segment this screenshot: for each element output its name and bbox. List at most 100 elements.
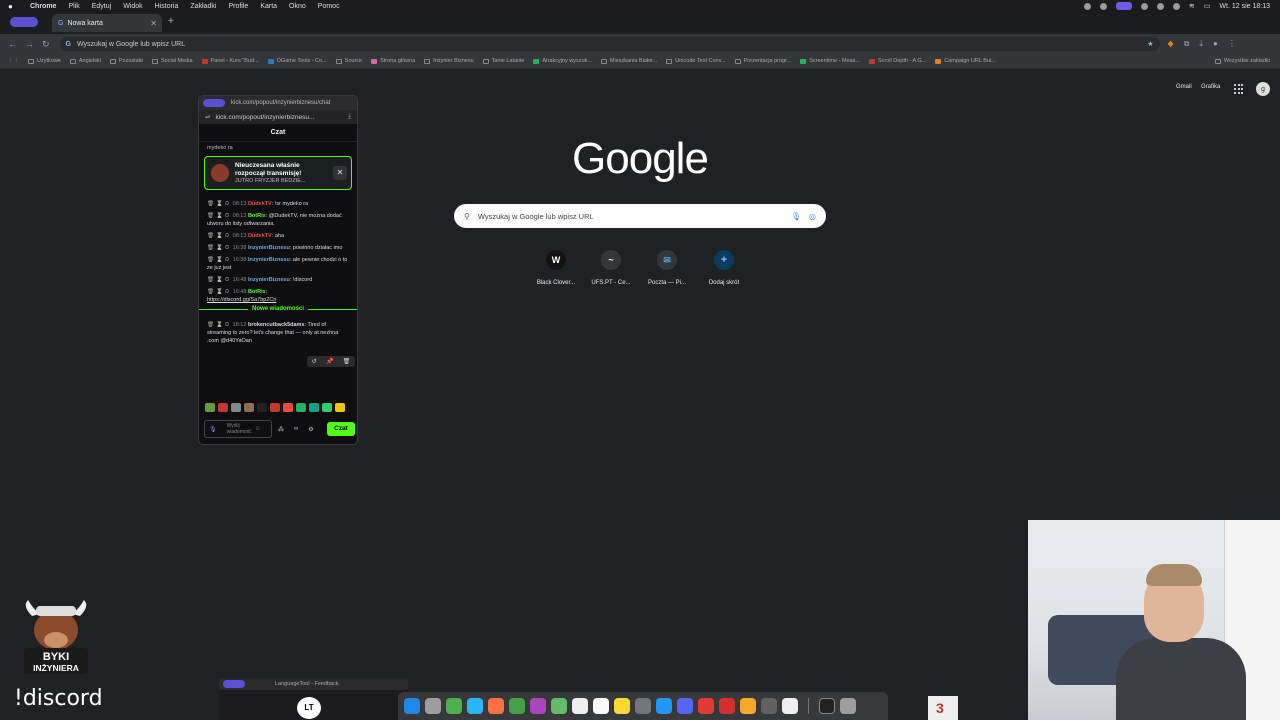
menu-profile[interactable]: Profile <box>228 3 248 10</box>
reload-icon[interactable]: ↻ <box>42 39 50 50</box>
bookmark-star-icon[interactable]: ★ <box>1147 40 1153 48</box>
emote-icon[interactable] <box>257 403 267 412</box>
chat-username[interactable]: brokencutback5dams <box>248 322 305 328</box>
bookmark-folder[interactable]: Social Media <box>152 58 193 64</box>
popup-urlbar[interactable]: ⇌ kick.com/popout/inzynierbiznesu... ⤓ <box>199 110 357 124</box>
add-shortcut-button[interactable]: + Dodaj skrót <box>694 250 754 286</box>
settings-icon[interactable] <box>635 698 651 714</box>
google-apps-icon[interactable] <box>1234 84 1244 94</box>
pin-icon[interactable]: 📌 <box>326 358 333 365</box>
apple-icon[interactable]: ● <box>8 2 20 11</box>
menu-widok[interactable]: Widok <box>123 3 142 10</box>
bookmark-item[interactable]: Strona główna <box>371 58 415 64</box>
app-icon[interactable] <box>698 698 714 714</box>
emote-icon[interactable] <box>309 403 319 412</box>
mod-icons[interactable]: 🗑⌛⏲ <box>207 289 231 295</box>
mod-icons[interactable]: 🗑⌛⏲ <box>207 213 231 219</box>
shortcut-black-clover[interactable]: W Black Clover... <box>526 250 586 286</box>
status-dot-icon[interactable] <box>1083 2 1091 10</box>
reminders-icon[interactable] <box>593 698 609 714</box>
chat-message-input[interactable]: 🎙 Wyślij wiadomość ☺ <box>204 420 272 438</box>
mod-icons[interactable]: 🗑⌛⏲ <box>207 245 231 251</box>
messages-icon[interactable] <box>509 698 525 714</box>
mod-icons[interactable]: 🗑⌛⏲ <box>207 233 231 239</box>
close-icon[interactable]: ✕ <box>333 166 347 180</box>
finder-icon[interactable] <box>404 698 420 714</box>
bookmark-folder[interactable]: Uzytkowe <box>28 58 61 64</box>
bookmark-folder[interactable]: Angielski <box>69 58 101 64</box>
facetime-icon[interactable] <box>551 698 567 714</box>
delete-icon[interactable]: 🗑 <box>343 358 351 365</box>
download-icon[interactable]: ⤓ <box>348 113 351 121</box>
mod-icons[interactable]: 🗑⌛⏲ <box>207 257 231 263</box>
close-tab-icon[interactable]: ✕ <box>150 19 157 28</box>
tab-group-icon[interactable] <box>10 17 38 27</box>
points-icon[interactable]: ⁂ <box>278 426 284 433</box>
emote-icon[interactable] <box>244 403 254 412</box>
emote-icon[interactable] <box>283 403 293 412</box>
languagetool-titlebar[interactable]: LanguageTool - Feedback <box>219 678 408 690</box>
mod-icons[interactable]: 🗑⌛⏲ <box>207 277 231 283</box>
discord-link[interactable]: https://discord.gg/Sa7bp2Cn <box>207 296 349 304</box>
trash-icon[interactable] <box>840 698 856 714</box>
textedit-icon[interactable] <box>782 698 798 714</box>
omnibox[interactable]: G Wyszukaj w Google lub wpisz URL ★ <box>59 37 1160 51</box>
minimized-window-icon[interactable] <box>819 698 835 714</box>
kick-status-icon[interactable] <box>1115 2 1132 10</box>
forward-icon[interactable]: → <box>25 39 34 49</box>
bookmark-item[interactable]: Prezentacja progr... <box>734 58 791 64</box>
all-bookmarks[interactable]: Wszystkie zakładki <box>1214 58 1270 64</box>
google-lens-icon[interactable]: ◎ <box>809 212 816 221</box>
app-icon[interactable] <box>761 698 777 714</box>
app-icon[interactable] <box>740 698 756 714</box>
bookmark-item[interactable]: Unicode Text Conv... <box>666 58 726 64</box>
emoji-icon[interactable]: ☺ <box>255 426 261 432</box>
profile-icon[interactable]: ● <box>1213 39 1218 49</box>
menu-zakladki[interactable]: Zakładki <box>190 3 216 10</box>
apps-grid-icon[interactable]: ⋮⋮ <box>8 58 19 64</box>
menu-plik[interactable]: Plik <box>68 3 79 10</box>
reply-icon[interactable]: ↺ <box>312 358 317 365</box>
status-dot-icon[interactable] <box>1099 2 1107 10</box>
emote-icon[interactable] <box>218 403 228 412</box>
stream-notification[interactable]: Nieuczesana właśnie rozpoczął transmisję… <box>204 156 352 190</box>
wifi-icon[interactable]: ≋ <box>1189 2 1195 10</box>
menu-pomoc[interactable]: Pomoc <box>318 3 340 10</box>
back-icon[interactable]: ← <box>8 39 17 49</box>
mod-icons[interactable]: 🗑⌛⏲ <box>207 201 231 207</box>
shortcut-poczta[interactable]: ✉ Poczta — Pi... <box>637 250 697 286</box>
bookmark-item[interactable]: Scroll Depth - A G... <box>868 58 926 64</box>
extension-icon[interactable]: ◆ <box>1168 39 1174 49</box>
notes-icon[interactable] <box>614 698 630 714</box>
google-search-input[interactable]: ⚲ Wyszukaj w Google lub wpisz URL 🎙 ◎ <box>454 204 826 228</box>
bookmark-folder[interactable]: Mieszkania Białor... <box>600 58 657 64</box>
new-tab-icon[interactable]: + <box>168 16 174 27</box>
puzzle-icon[interactable]: ⧉ <box>1184 39 1190 49</box>
menu-edytuj[interactable]: Edytuj <box>92 3 111 10</box>
menu-okno[interactable]: Okno <box>289 3 306 10</box>
bookmark-item[interactable]: Campaign URL Bui... <box>935 58 996 64</box>
gmail-link[interactable]: Gmail <box>1176 84 1192 90</box>
launchpad-icon[interactable] <box>425 698 441 714</box>
status-dot-icon[interactable] <box>1172 2 1180 10</box>
emote-icon[interactable] <box>231 403 241 412</box>
download-icon[interactable]: ⤓ <box>1199 39 1203 49</box>
shortcut-ufs[interactable]: ~ UFS.PT - Ce... <box>581 250 641 286</box>
bookmark-folder[interactable]: Inżynier Biznesu <box>424 58 474 64</box>
bookmark-item[interactable]: Atrakcyjny wyszuk... <box>533 58 592 64</box>
app-store-icon[interactable] <box>656 698 672 714</box>
account-avatar[interactable]: g <box>1256 82 1270 96</box>
microphone-icon[interactable]: 🎙 <box>209 426 217 433</box>
app-icon[interactable] <box>719 698 735 714</box>
status-dot-icon[interactable] <box>1156 2 1164 10</box>
settings-gear-icon[interactable]: ⚙ <box>308 426 313 433</box>
mod-icons[interactable]: 🗑⌛⏲ <box>207 322 231 328</box>
popup-titlebar[interactable]: kick.com/popout/inzynierbiznesu/chat <box>199 96 357 110</box>
photos-icon[interactable] <box>530 698 546 714</box>
images-link[interactable]: Grafika <box>1201 84 1220 90</box>
bookmark-folder[interactable]: Pozostałe <box>109 58 143 64</box>
battery-icon[interactable]: ▭ <box>1204 2 1211 10</box>
emote-icon[interactable] <box>335 403 345 412</box>
clock[interactable]: Wt. 12 sie 18:13 <box>1219 3 1270 10</box>
firefox-icon[interactable] <box>488 698 504 714</box>
